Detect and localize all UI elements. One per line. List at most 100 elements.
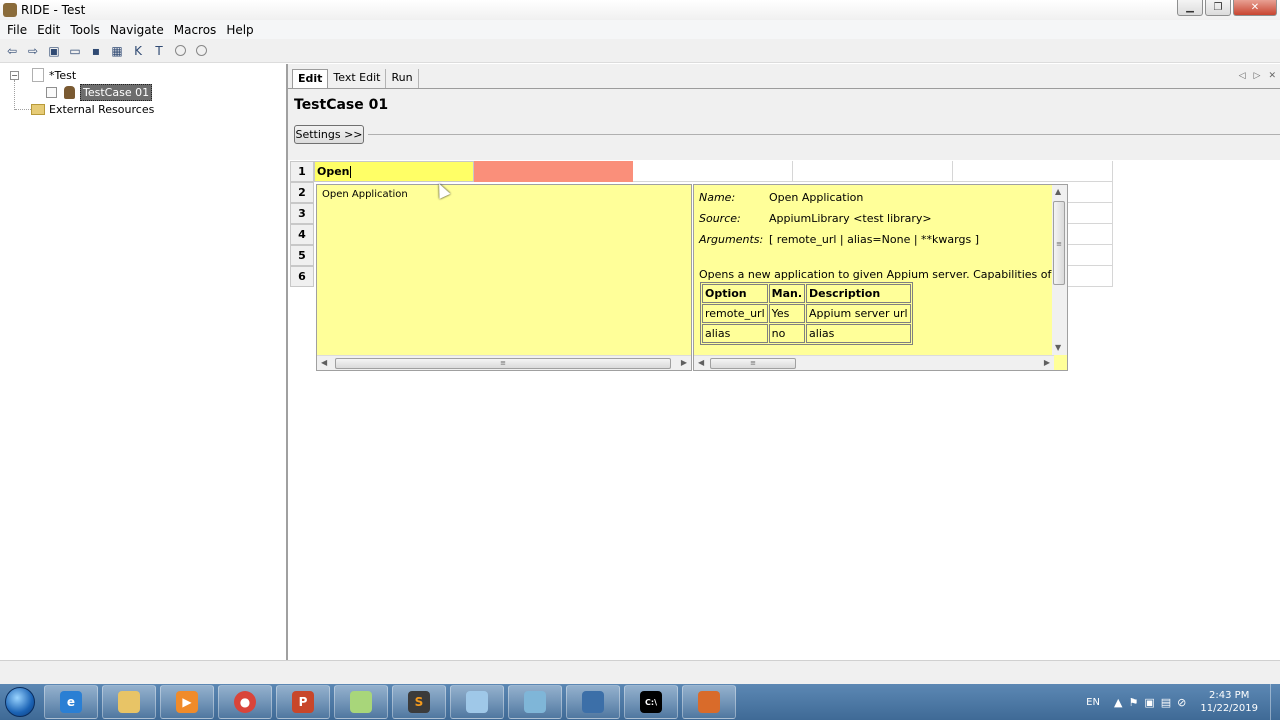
autocomplete-item[interactable]: Open Application [322,189,408,200]
grid-cell-argument[interactable] [474,161,633,182]
table-cell: Yes [768,304,806,323]
scroll-left-icon[interactable]: ◀ [321,358,327,367]
tab-run[interactable]: Run [386,69,419,88]
forward-icon[interactable]: ⇨ [23,42,43,60]
testcase-checkbox[interactable] [46,86,57,98]
row-header[interactable]: 4 [290,224,314,245]
row-header[interactable]: 5 [290,245,314,266]
taskbar-sublime-text[interactable]: S [392,685,446,719]
row-header[interactable]: 1 [290,161,314,182]
grid-cell[interactable] [1068,224,1113,245]
tree-connector [14,80,15,110]
scroll-left-icon[interactable]: ◀ [698,358,704,367]
show-hidden-icons-icon[interactable]: ▲ [1114,696,1122,709]
doc-vertical-scrollbar[interactable]: ▲ ≡ ▼ [1052,185,1067,355]
open-directory-icon[interactable]: ▭ [65,42,85,60]
window-controls: ▁ ❐ ✕ [1177,0,1277,16]
clock-date: 11/22/2019 [1200,703,1258,714]
tree-node-testcase[interactable]: TestCase 01 [46,83,153,101]
tab-right-icon[interactable]: ▷ [1254,71,1261,81]
open-test-suite-icon[interactable]: ▣ [44,42,64,60]
doc-source-value: AppiumLibrary <test library> [769,212,932,225]
taskbar-powerpoint[interactable]: P [276,685,330,719]
editor-tabs: Edit Text Edit Run [292,69,419,88]
taskbar-app[interactable] [508,685,562,719]
taskbar-ride[interactable] [682,685,736,719]
close-button[interactable]: ✕ [1233,0,1277,16]
show-desktop-button[interactable] [1270,684,1280,720]
list-horizontal-scrollbar[interactable]: ◀ ≡ ▶ [317,355,691,370]
grid-cell[interactable] [633,161,793,182]
doc-arguments-row: Arguments: [ remote_url | alias=None | **… [699,233,979,246]
python-icon [582,691,604,713]
tree-node-test[interactable]: *Test [32,67,76,83]
action-center-flag-icon[interactable]: ⚑ [1128,696,1138,709]
menu-help[interactable]: Help [221,23,258,37]
taskbar-folder[interactable] [334,685,388,719]
tab-text-edit[interactable]: Text Edit [328,69,387,88]
back-icon[interactable]: ⇦ [2,42,22,60]
clock[interactable]: 2:43 PM 11/22/2019 [1200,689,1258,715]
status-bar [0,660,1280,684]
table-cell: Appium server url [806,304,911,323]
save-all-icon[interactable]: ▦ [107,42,127,60]
file-icon [32,68,44,82]
tree-connector [15,109,31,110]
taskbar-file-explorer[interactable] [102,685,156,719]
menu-edit[interactable]: Edit [32,23,65,37]
row-header[interactable]: 2 [290,182,314,203]
scroll-thumb[interactable]: ≡ [710,358,796,369]
doc-arguments-key: Arguments: [699,233,764,246]
grid-cell[interactable] [1068,245,1113,266]
taskbar-media-player[interactable]: ▶ [160,685,214,719]
robot-icon [64,85,75,99]
menu-tools[interactable]: Tools [65,23,105,37]
network-icon[interactable]: ▤ [1161,696,1171,709]
menu-navigate[interactable]: Navigate [105,23,169,37]
tab-edit[interactable]: Edit [292,69,329,88]
taskbar-python[interactable] [566,685,620,719]
menu-macros[interactable]: Macros [169,23,222,37]
scroll-right-icon[interactable]: ▶ [681,358,687,367]
settings-button[interactable]: Settings >> [294,125,364,144]
language-indicator[interactable]: EN [1086,697,1100,708]
command-prompt-icon: C:\ [640,691,662,713]
doc-horizontal-scrollbar[interactable]: ◀ ≡ ▶ [694,355,1054,370]
doc-source-row: Source: AppiumLibrary <test library> [699,212,932,225]
device-icon[interactable]: ▣ [1144,696,1154,709]
scroll-down-icon[interactable]: ▼ [1055,343,1061,352]
taskbar-internet-explorer[interactable]: e [44,685,98,719]
run-icon[interactable] [170,42,190,60]
minimize-button[interactable]: ▁ [1177,0,1203,16]
scroll-right-icon[interactable]: ▶ [1044,358,1050,367]
grid-cell[interactable] [1068,266,1113,287]
tab-left-icon[interactable]: ◁ [1239,71,1246,81]
windows-taskbar: e ▶ ● P S C:\ EN ▲ ⚑ ▣ ▤ ⊘ 2:43 PM 11/22… [0,684,1280,720]
taskbar-chrome[interactable]: ● [218,685,272,719]
volume-muted-icon[interactable]: ⊘ [1177,696,1186,709]
taskbar-paint[interactable] [450,685,504,719]
window-title: RIDE - Test [21,3,86,17]
grid-cell[interactable] [953,161,1113,182]
search-tests-icon[interactable]: T [149,42,169,60]
grid-cell-keyword[interactable]: Open [314,161,474,182]
grid-cell[interactable] [1068,203,1113,224]
scroll-up-icon[interactable]: ▲ [1055,187,1061,196]
grid-cell[interactable] [793,161,953,182]
row-header[interactable]: 6 [290,266,314,287]
scroll-thumb[interactable]: ≡ [335,358,671,369]
search-keywords-icon[interactable]: K [128,42,148,60]
row-header[interactable]: 3 [290,203,314,224]
grid-cell[interactable] [1068,182,1113,203]
scroll-thumb[interactable]: ≡ [1053,201,1065,285]
tree-node-external-resources[interactable]: External Resources [31,101,154,117]
maximize-button[interactable]: ❐ [1205,0,1231,16]
stop-icon[interactable] [191,42,211,60]
collapse-icon[interactable]: − [10,71,19,80]
tab-divider [288,88,1280,89]
tab-close-icon[interactable]: ✕ [1268,71,1276,81]
save-icon[interactable]: ▪ [86,42,106,60]
menu-file[interactable]: File [2,23,32,37]
taskbar-command-prompt[interactable]: C:\ [624,685,678,719]
start-button[interactable] [0,684,40,720]
